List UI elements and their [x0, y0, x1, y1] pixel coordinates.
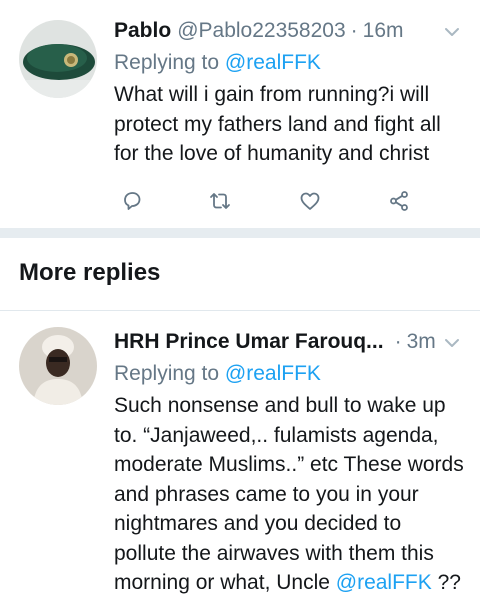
timestamp[interactable]: 3m — [407, 330, 436, 354]
timestamp[interactable]: 16m — [363, 19, 404, 43]
retweet-icon — [210, 193, 230, 209]
display-name[interactable]: HRH Prince Umar Farouq... — [114, 330, 384, 354]
tweet-body-end: ?? — [431, 571, 461, 594]
replying-label: Replying to — [114, 362, 225, 385]
avatar[interactable] — [19, 20, 97, 98]
replying-to: Replying to @realFFK — [114, 359, 466, 389]
avatar-image — [19, 20, 97, 98]
more-replies-heading: More replies — [19, 259, 161, 286]
reply-button[interactable] — [114, 183, 150, 219]
tweet-hrh-prince[interactable]: HRH Prince Umar Farouq... · 3m Replying … — [0, 311, 480, 606]
replying-handle-link[interactable]: @realFFK — [225, 51, 321, 74]
tweet-body: What will i gain from running?i will pro… — [114, 83, 441, 165]
replying-label: Replying to — [114, 51, 225, 74]
display-name[interactable]: Pablo — [114, 19, 171, 43]
avatar-image — [19, 327, 97, 405]
retweet-button[interactable] — [202, 183, 238, 219]
share-button[interactable] — [381, 183, 417, 219]
like-button[interactable] — [292, 183, 328, 219]
like-icon — [300, 192, 320, 210]
share-icon — [390, 191, 408, 211]
replying-to: Replying to @realFFK — [114, 48, 466, 78]
avatar[interactable] — [19, 327, 97, 405]
tweet-header: HRH Prince Umar Farouq... · 3m — [114, 325, 466, 359]
replying-handle-link[interactable]: @realFFK — [225, 362, 321, 385]
tweet-actions — [114, 183, 424, 219]
chevron-down-icon[interactable] — [442, 22, 462, 42]
reply-icon — [124, 192, 141, 210]
separator: · — [394, 330, 402, 353]
tweet-body: Such nonsense and bull to wake up to. “J… — [114, 391, 466, 598]
separator: · — [350, 19, 358, 42]
tweet-body-text: Such nonsense and bull to wake up to. “J… — [114, 394, 464, 594]
user-handle[interactable]: @Pablo22358203 — [177, 19, 345, 43]
chevron-down-icon[interactable] — [442, 333, 462, 353]
section-divider — [0, 228, 480, 238]
mention-link[interactable]: @realFFK — [336, 571, 432, 594]
tweet-pablo[interactable]: Pablo @Pablo22358203 · 16m Replying to @… — [0, 0, 480, 228]
tweet-header: Pablo @Pablo22358203 · 16m — [114, 14, 466, 48]
